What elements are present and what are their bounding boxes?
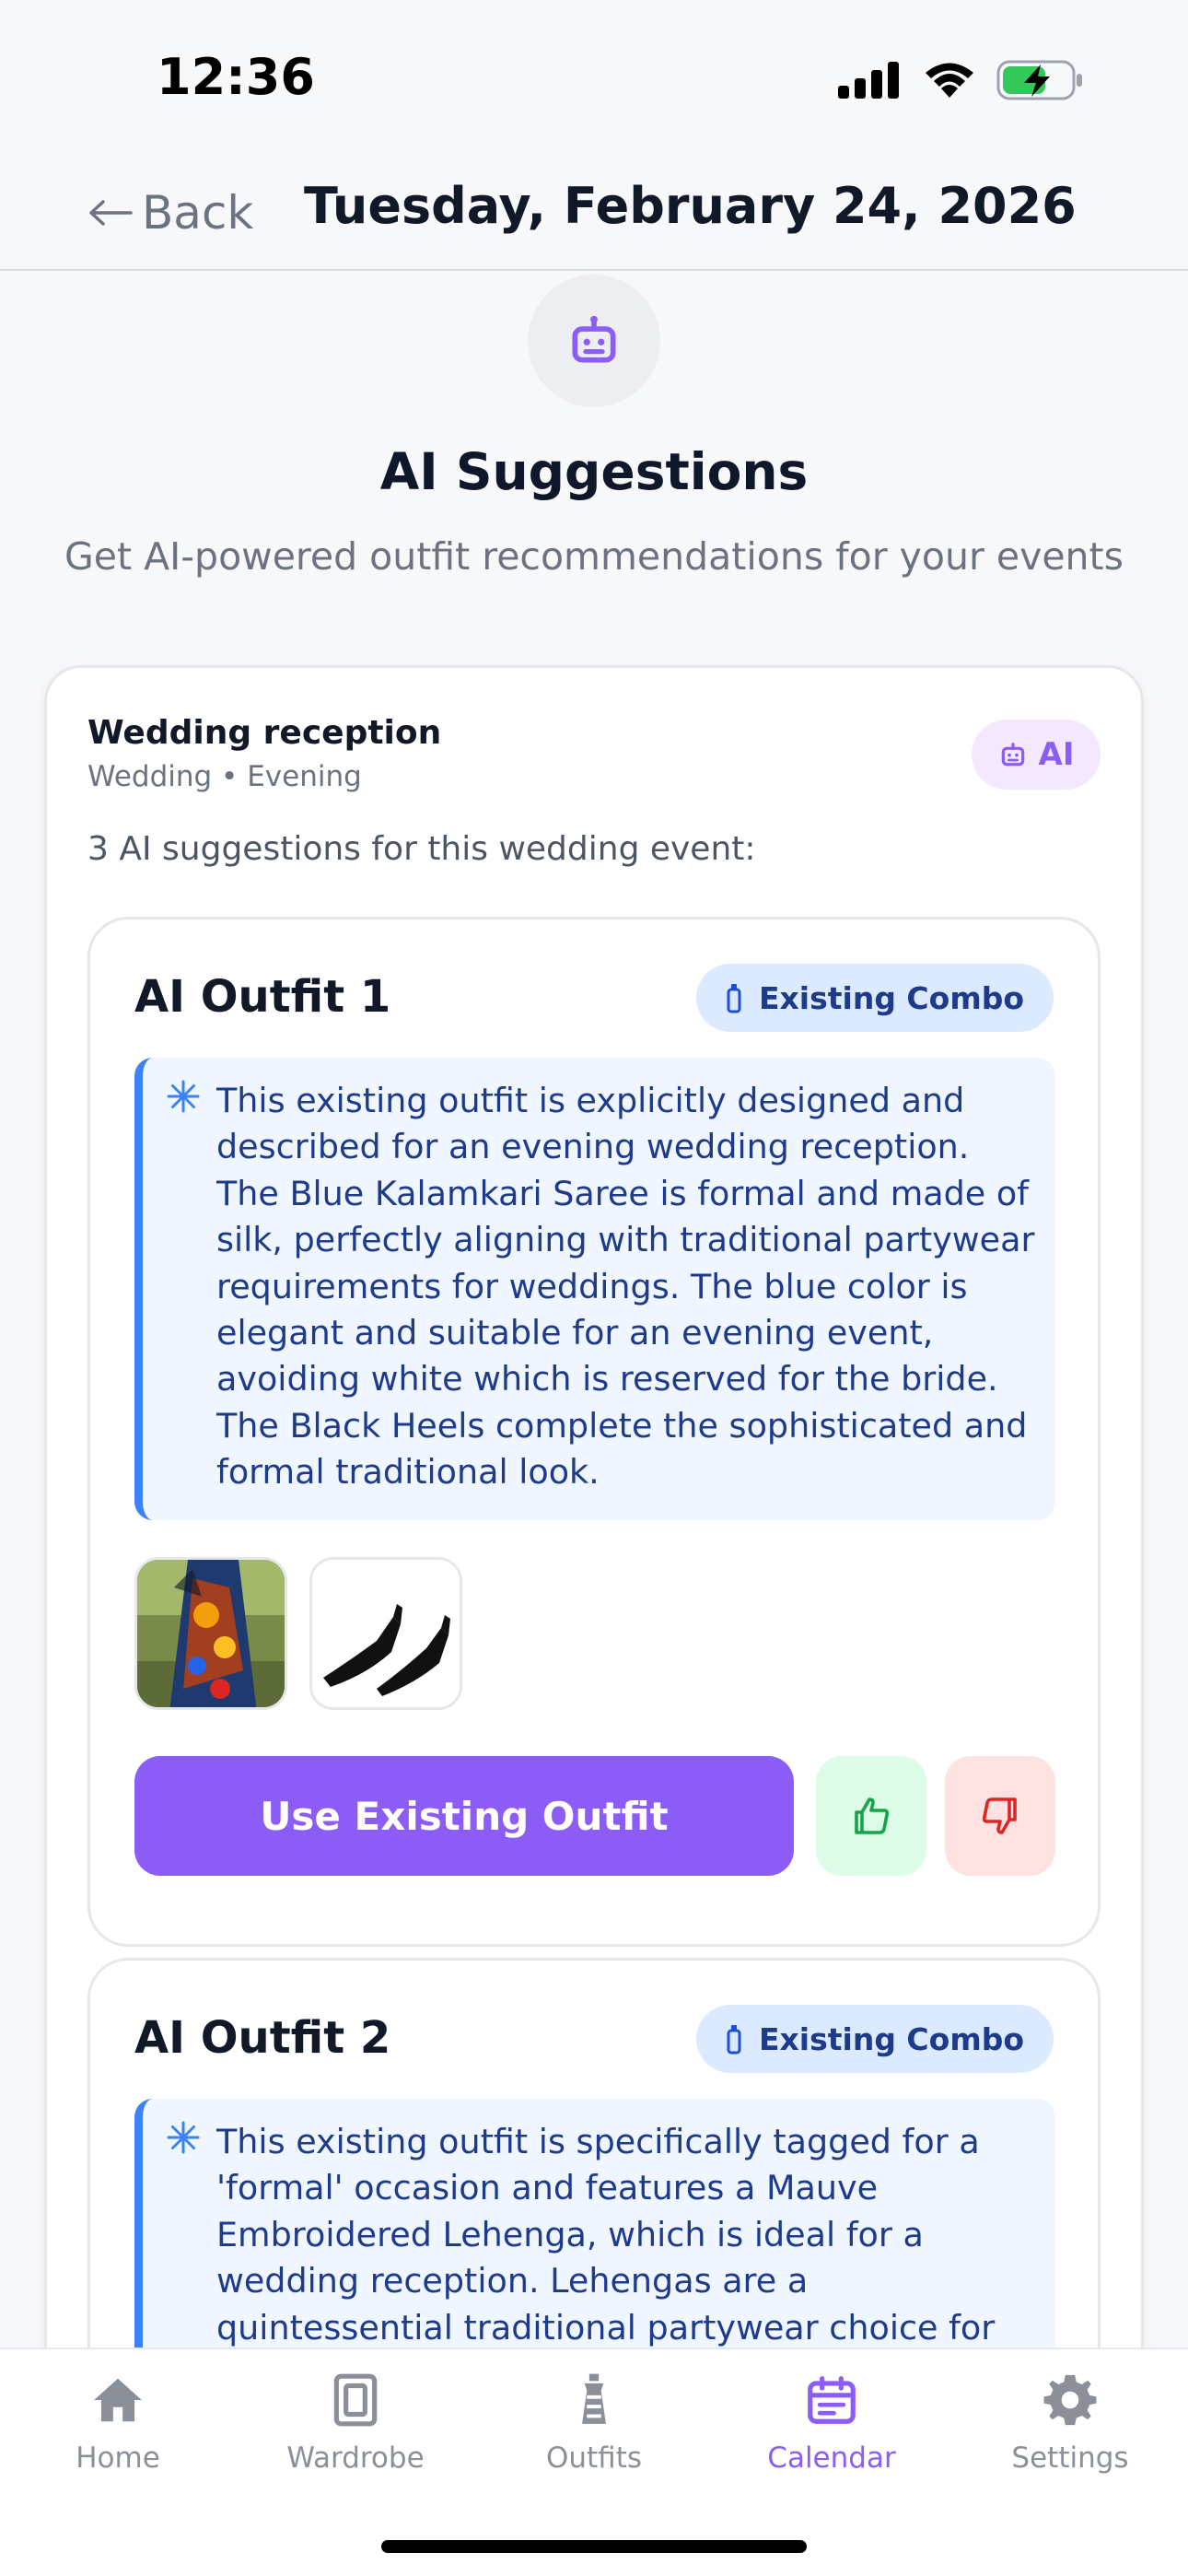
tab-wardrobe[interactable]: Wardrobe: [254, 2371, 457, 2510]
saree-image[interactable]: [134, 1557, 287, 1710]
outfits-icon: [582, 2373, 606, 2424]
event-meta: Wedding • Evening: [87, 760, 362, 793]
tab-outfits[interactable]: Outfits: [493, 2371, 695, 2510]
event-title: Wedding reception: [87, 714, 442, 752]
wardrobe-icon: [333, 2373, 378, 2427]
bottle-icon: [727, 2025, 741, 2055]
robot-avatar: [528, 275, 660, 407]
outfit-card: AI Outfit 1 Existing Combo This existing…: [87, 917, 1101, 1947]
status-time: 12:36: [157, 48, 315, 106]
back-label: Back: [142, 186, 254, 240]
ai-badge: AI: [972, 720, 1101, 790]
combo-badge-label: Existing Combo: [758, 979, 1024, 1016]
tab-calendar[interactable]: Calendar: [730, 2371, 933, 2510]
status-icons: [838, 57, 1085, 103]
bottle-icon: [727, 984, 741, 1013]
thumbs-down-icon: [982, 1797, 1017, 1834]
ai-suggestions-title: AI Suggestions: [379, 442, 809, 501]
robot-icon: [572, 315, 616, 363]
combo-badge-label: Existing Combo: [758, 2020, 1024, 2057]
tab-home[interactable]: Home: [17, 2371, 219, 2510]
existing-combo-badge: Existing Combo: [695, 2005, 1054, 2073]
event-card: Wedding reception Wedding • Evening AI 3…: [44, 665, 1144, 2576]
use-existing-outfit-button[interactable]: Use Existing Outfit: [134, 1756, 794, 1876]
cellular-signal-icon: [838, 62, 899, 99]
outfit-title: AI Outfit 1: [134, 971, 391, 1023]
gear-icon: [1043, 2374, 1097, 2426]
sparkle-icon: [167, 2121, 200, 2154]
like-button[interactable]: [816, 1756, 926, 1876]
arrow-left-icon: [89, 200, 133, 226]
nav-header: Back Tuesday, February 24, 2026: [0, 157, 1188, 271]
tab-settings[interactable]: Settings: [969, 2371, 1171, 2510]
saree-photo: [137, 1560, 285, 1707]
ai-suggestions-subtitle: Get AI-powered outfit recommendations fo…: [64, 534, 1124, 579]
back-button[interactable]: Back: [87, 181, 253, 245]
outfit-title: AI Outfit 2: [134, 2012, 391, 2064]
existing-combo-badge: Existing Combo: [695, 964, 1054, 1032]
tab-label: Settings: [1011, 2441, 1129, 2475]
suggestion-count: 3 AI suggestions for this wedding event:: [87, 830, 756, 868]
ai-reason-text: This existing outfit is explicitly desig…: [216, 1081, 1035, 1493]
dislike-button[interactable]: [945, 1756, 1055, 1876]
tab-label: Calendar: [767, 2441, 896, 2475]
tab-label: Outfits: [545, 2441, 643, 2475]
status-bar: 12:36: [0, 0, 1188, 157]
ai-reason-text: This existing outfit is specifically tag…: [216, 2122, 996, 2348]
ai-badge-label: AI: [1038, 736, 1075, 773]
calendar-icon: [808, 2376, 856, 2424]
tab-label: Home: [76, 2441, 160, 2475]
home-icon: [94, 2378, 142, 2422]
sparkle-icon: [167, 1080, 200, 1113]
ai-reason-box: This existing outfit is explicitly desig…: [134, 1058, 1055, 1520]
heels-image[interactable]: [309, 1557, 462, 1710]
page-title: Tuesday, February 24, 2026: [304, 177, 1077, 235]
wifi-icon: [926, 63, 973, 98]
home-indicator: [381, 2540, 807, 2553]
thumbs-up-icon: [855, 1797, 890, 1834]
robot-icon: [1001, 743, 1024, 767]
tab-label: Wardrobe: [286, 2441, 425, 2475]
battery-charging-icon: [996, 60, 1082, 100]
black-heels-photo: [312, 1560, 460, 1707]
